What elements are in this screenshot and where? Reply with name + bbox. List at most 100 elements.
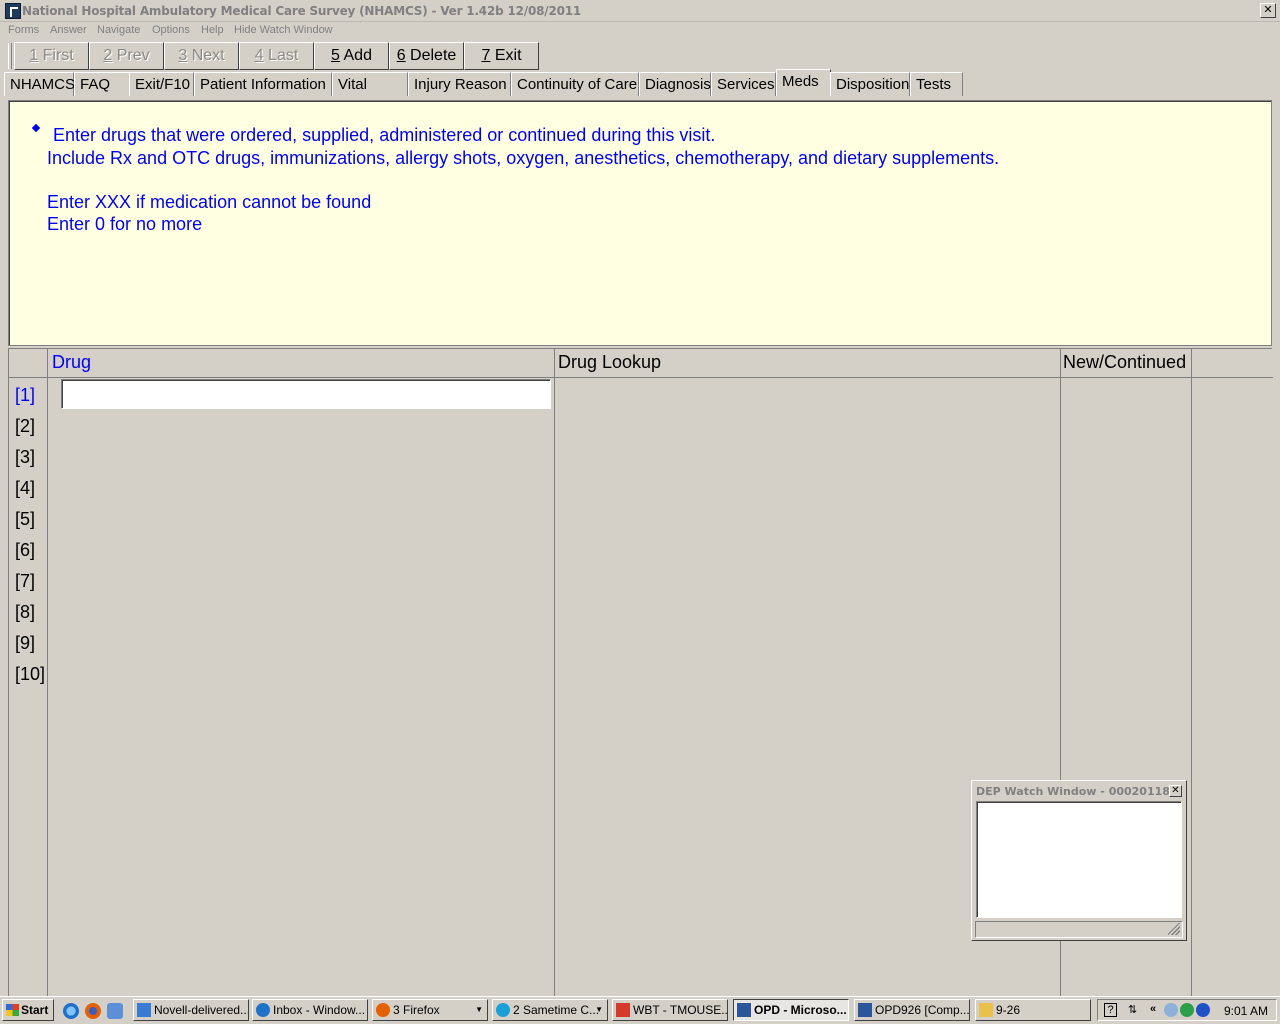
bullet-icon: [31, 123, 41, 133]
tab-vital-signs[interactable]: Vital Signs: [332, 72, 408, 117]
tab-services[interactable]: Services: [711, 72, 776, 96]
menu-bar: Forms Answer Navigate Options Help Hide …: [0, 23, 1280, 40]
task-opd926[interactable]: OPD926 [Comp...: [854, 999, 970, 1021]
last-button[interactable]: 4 Last: [239, 42, 314, 70]
tab-meds[interactable]: Meds: [776, 69, 831, 96]
tab-continuity-of-care[interactable]: Continuity of Care: [511, 72, 639, 96]
task-label: OPD - Microso...: [754, 1003, 847, 1017]
instruction-line-4: Enter 0 for no more: [47, 214, 203, 234]
column-divider: [554, 349, 555, 997]
close-icon[interactable]: ✕: [1260, 3, 1276, 18]
start-button[interactable]: Start: [2, 999, 54, 1021]
header-new-continued: New/Continued: [1063, 352, 1187, 372]
resize-grip-icon[interactable]: [1168, 923, 1180, 935]
tray-app-icon[interactable]: [1196, 1003, 1210, 1017]
tab-injury-reason[interactable]: Injury Reason: [408, 72, 511, 96]
row-label: [10]: [15, 664, 46, 684]
task-inbox[interactable]: Inbox - Window...: [252, 999, 368, 1021]
task-novell[interactable]: Novell-delivered...: [133, 999, 249, 1021]
row-label: [5]: [15, 509, 36, 529]
tray-app-icon[interactable]: [1164, 1003, 1178, 1017]
task-label: Inbox - Window...: [273, 1003, 366, 1017]
novell-icon: [137, 1003, 151, 1017]
add-button[interactable]: 5 Add: [314, 42, 389, 70]
clock[interactable]: 9:01 AM: [1224, 1004, 1268, 1018]
menu-navigate[interactable]: Navigate: [97, 24, 140, 36]
column-divider: [47, 349, 48, 997]
title-bar: National Hospital Ambulatory Medical Car…: [0, 0, 1280, 22]
system-tray: ? ⇅ « 9:01 AM: [1097, 999, 1277, 1021]
word-icon: [737, 1003, 751, 1017]
row-label: [7]: [15, 571, 36, 591]
folder-icon: [979, 1003, 993, 1017]
wbt-icon: [616, 1003, 630, 1017]
menu-options[interactable]: Options: [152, 24, 190, 36]
watch-window[interactable]: DEP Watch Window - 00020118 ✕: [971, 780, 1187, 941]
task-label: 3 Firefox: [393, 1003, 440, 1017]
watch-window-title: DEP Watch Window - 00020118: [976, 785, 1170, 798]
row-label: [4]: [15, 478, 36, 498]
watch-window-content: [976, 801, 1182, 918]
watch-window-status-bar: [975, 921, 1183, 938]
menu-forms[interactable]: Forms: [8, 24, 39, 36]
task-folder-9-26[interactable]: 9-26: [975, 999, 1091, 1021]
tab-exit-f10[interactable]: Exit/F10: [129, 72, 194, 96]
word-icon: [858, 1003, 872, 1017]
row-label: [8]: [15, 602, 36, 622]
task-label: Novell-delivered...: [154, 1003, 249, 1017]
tab-strip: NHAMCS FAQ Exit/F10 Patient Information …: [4, 69, 1280, 117]
row-label: [2]: [15, 416, 36, 436]
exit-button[interactable]: 7 Exit: [464, 42, 539, 70]
task-firefox[interactable]: 3 Firefox ▼: [372, 999, 488, 1021]
close-icon[interactable]: ✕: [1169, 785, 1182, 797]
internet-explorer-icon[interactable]: [63, 1003, 79, 1019]
row-label: [1]: [15, 385, 36, 405]
header-drug: Drug: [52, 352, 92, 372]
sametime-icon: [496, 1003, 510, 1017]
tab-nhamcs[interactable]: NHAMCS: [4, 72, 75, 96]
menu-help[interactable]: Help: [201, 24, 224, 36]
toolbar-grip[interactable]: [8, 43, 12, 69]
tab-disposition[interactable]: Disposition: [830, 72, 910, 96]
instruction-line-3: Enter XXX if medication cannot be found: [47, 192, 372, 212]
prev-button[interactable]: 2 Prev: [89, 42, 164, 70]
row-label: [9]: [15, 633, 36, 653]
tab-tests[interactable]: Tests: [910, 72, 963, 96]
delete-button[interactable]: 6 Delete: [389, 42, 464, 70]
start-label: Start: [21, 1003, 49, 1017]
toolbar: 1 First 2 Prev 3 Next 4 Last 5 Add 6 Del…: [8, 41, 543, 71]
tray-app-icon[interactable]: [1180, 1003, 1194, 1017]
task-wbt[interactable]: WBT - TMOUSE...: [612, 999, 728, 1021]
menu-hide-watch-window[interactable]: Hide Watch Window: [234, 24, 333, 36]
tab-patient-information[interactable]: Patient Information: [194, 72, 332, 96]
task-sametime[interactable]: 2 Sametime C... ▼: [492, 999, 608, 1021]
task-label: OPD926 [Comp...: [875, 1003, 970, 1017]
app-icon: [5, 3, 21, 19]
menu-answer[interactable]: Answer: [50, 24, 87, 36]
tab-faq[interactable]: FAQ: [74, 72, 130, 96]
task-opd-microsoft[interactable]: OPD - Microso...: [733, 999, 849, 1021]
firefox-icon: [376, 1003, 390, 1017]
firefox-icon[interactable]: [85, 1003, 101, 1019]
instruction-line-1: Enter drugs that were ordered, supplied,…: [53, 125, 716, 145]
network-icon[interactable]: ⇅: [1128, 1003, 1137, 1016]
help-icon[interactable]: ?: [1104, 1003, 1117, 1017]
window-title: National Hospital Ambulatory Medical Car…: [22, 4, 582, 18]
task-label: 2 Sametime C...: [513, 1003, 600, 1017]
row-label: [6]: [15, 540, 36, 560]
task-label: 9-26: [996, 1003, 1021, 1017]
header-drug-lookup: Drug Lookup: [558, 352, 662, 372]
task-label: WBT - TMOUSE...: [633, 1003, 728, 1017]
dropdown-arrow-icon: ▼: [475, 1005, 483, 1014]
next-button[interactable]: 3 Next: [164, 42, 239, 70]
windows-logo-icon: [6, 1004, 19, 1016]
tab-diagnosis[interactable]: Diagnosis: [639, 72, 711, 96]
taskbar: Start Novell-delivered... Inbox - Window…: [0, 996, 1280, 1024]
row-label: [3]: [15, 447, 36, 467]
dropdown-arrow-icon: ▼: [595, 1005, 603, 1014]
first-button[interactable]: 1 First: [14, 42, 89, 70]
desktop-icon[interactable]: [107, 1003, 123, 1019]
drug-input-row-1[interactable]: [61, 379, 551, 409]
watch-window-title-bar[interactable]: DEP Watch Window - 00020118 ✕: [974, 783, 1184, 799]
tray-expand-icon[interactable]: «: [1150, 1003, 1156, 1015]
